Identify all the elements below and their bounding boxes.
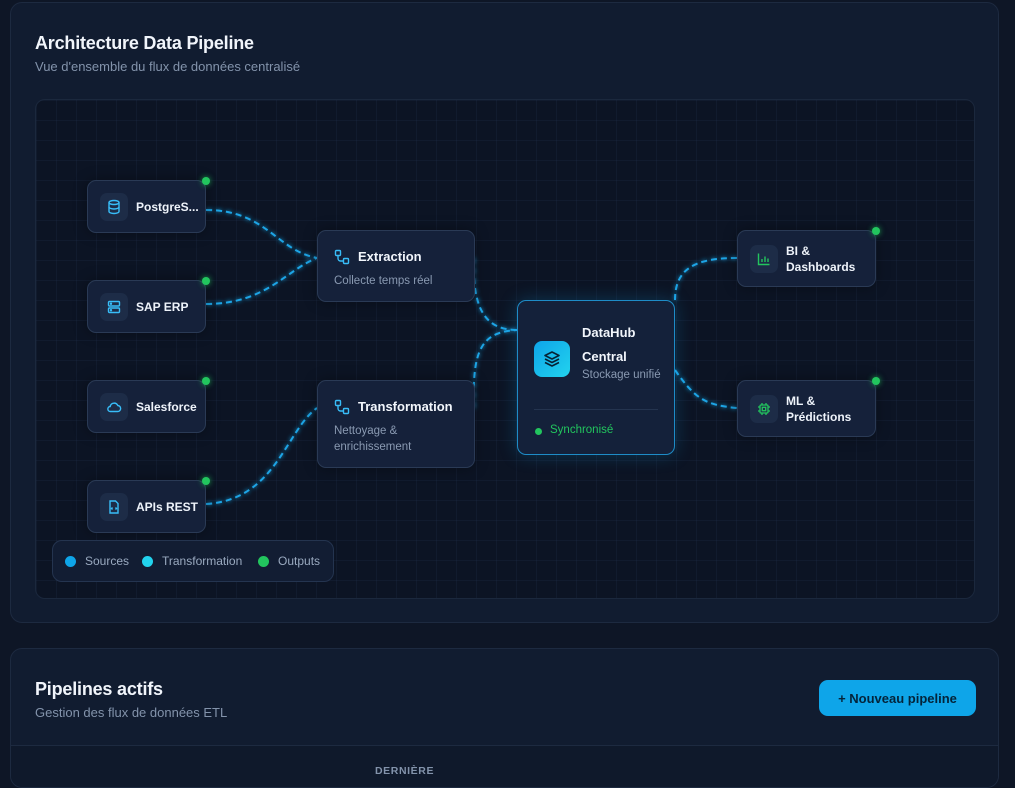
legend: Sources Transformation Outputs xyxy=(52,540,334,582)
status-dot xyxy=(202,177,210,185)
source-label: SAP ERP xyxy=(136,299,189,314)
cpu-icon xyxy=(750,394,778,423)
status-dot xyxy=(872,377,880,385)
link-hub-ml xyxy=(674,369,738,409)
pipelines-subtitle: Gestion des flux de données ETL xyxy=(35,705,228,720)
hub-status: Synchronisé xyxy=(550,424,614,436)
status-dot xyxy=(202,277,210,285)
link-sap-extraction xyxy=(205,257,318,305)
status-dot xyxy=(202,477,210,485)
architecture-subtitle: Vue d'ensemble du flux de données centra… xyxy=(35,59,301,74)
source-node-salesforce[interactable]: Salesforce xyxy=(87,380,206,433)
output-node-ml-predictions[interactable]: ML & Prédictions xyxy=(737,380,876,437)
legend-dot-transformation xyxy=(142,556,153,567)
stage-node-transformation[interactable]: Transformation Nettoyage & enrichissemen… xyxy=(317,380,475,468)
hub-node-datahub-central[interactable]: DataHub Central Stockage unifié Synchron… xyxy=(517,300,675,455)
source-node-apis-rest[interactable]: APIs REST xyxy=(87,480,206,533)
link-extraction-hub xyxy=(472,257,518,331)
source-node-postgresql[interactable]: PostgreS... xyxy=(87,180,206,233)
cloud-icon xyxy=(100,392,128,421)
stage-node-extraction[interactable]: Extraction Collecte temps réel xyxy=(317,230,475,302)
link-apis-transformation xyxy=(205,407,318,505)
architecture-card: Architecture Data Pipeline Vue d'ensembl… xyxy=(10,2,999,623)
database-icon xyxy=(100,192,128,221)
pipelines-card: Pipelines actifs Gestion des flux de don… xyxy=(10,648,999,788)
stage-title: Transformation xyxy=(358,399,453,414)
link-postgres-extraction xyxy=(205,209,318,259)
table-column-header: DERNIÈRE xyxy=(375,765,435,777)
divider xyxy=(534,409,658,410)
status-dot xyxy=(872,227,880,235)
stage-subtitle: Nettoyage & enrichissement xyxy=(334,425,412,453)
pipeline-canvas: PostgreS... SAP ERP Salesforce APIs REST xyxy=(35,99,975,599)
source-label: APIs REST xyxy=(136,499,199,514)
link-hub-bi xyxy=(674,257,738,301)
legend-label: Outputs xyxy=(278,554,321,568)
legend-label: Sources xyxy=(85,554,130,568)
legend-dot-outputs xyxy=(258,556,269,567)
pipelines-table-header: DERNIÈRE xyxy=(11,745,998,787)
bar-chart-icon xyxy=(750,244,778,273)
source-label: Salesforce xyxy=(136,399,197,414)
stage-title: Extraction xyxy=(358,249,422,264)
legend-label: Transformation xyxy=(162,554,243,568)
link-transformation-hub xyxy=(472,329,518,409)
architecture-title: Architecture Data Pipeline xyxy=(35,33,254,53)
server-icon xyxy=(100,292,128,321)
api-file-icon xyxy=(100,492,128,521)
hub-subtitle: Stockage unifié xyxy=(582,369,661,381)
workflow-icon xyxy=(334,249,350,265)
output-label: BI & Dashboards xyxy=(786,243,856,274)
output-label: ML & Prédictions xyxy=(786,393,852,424)
pipelines-title: Pipelines actifs xyxy=(35,679,163,699)
legend-dot-sources xyxy=(65,556,76,567)
source-node-sap-erp[interactable]: SAP ERP xyxy=(87,280,206,333)
workflow-icon xyxy=(334,399,350,415)
status-dot xyxy=(535,428,542,435)
stage-subtitle: Collecte temps réel xyxy=(334,275,433,287)
new-pipeline-button[interactable]: + Nouveau pipeline xyxy=(819,680,976,716)
status-dot xyxy=(202,377,210,385)
source-label: PostgreS... xyxy=(136,199,199,214)
output-node-bi-dashboards[interactable]: BI & Dashboards xyxy=(737,230,876,287)
hub-title: DataHub Central xyxy=(582,325,636,364)
layers-icon xyxy=(534,341,570,377)
